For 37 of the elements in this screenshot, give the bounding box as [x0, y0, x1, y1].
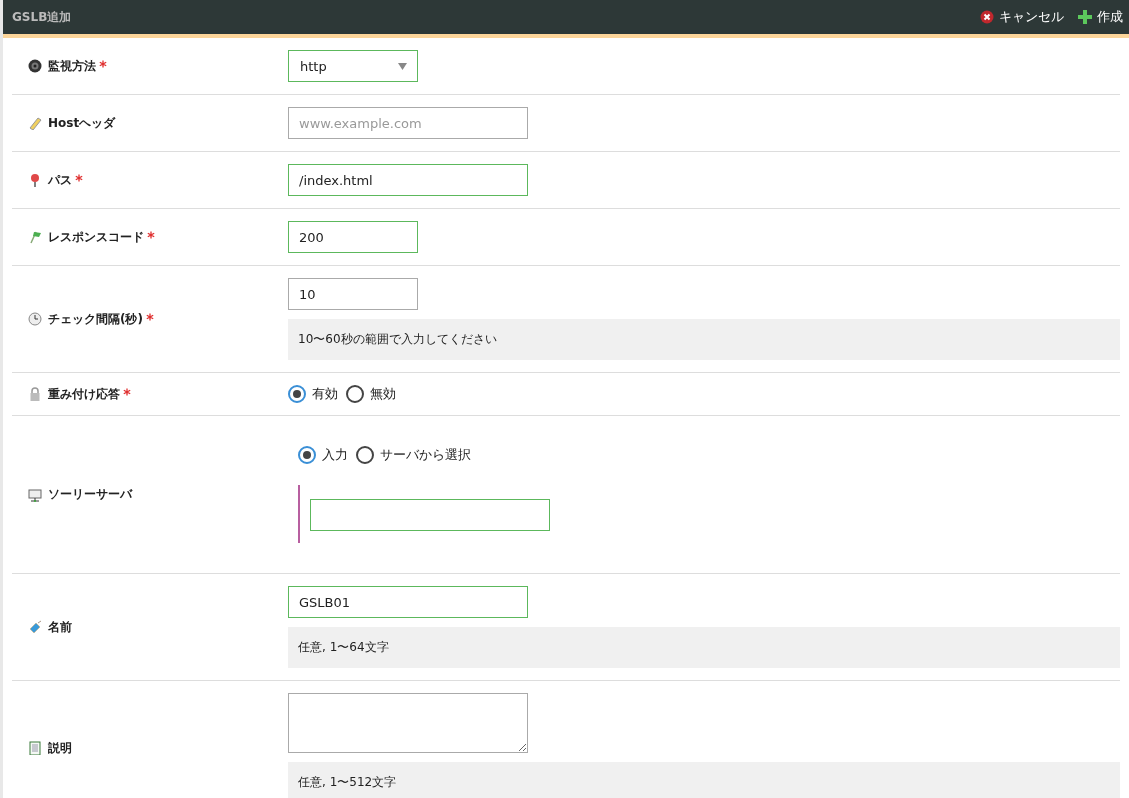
- flag-icon: [28, 230, 42, 244]
- radio-option[interactable]: サーバから選択: [356, 446, 471, 464]
- field-label: レスポンスコード: [48, 228, 144, 246]
- field-label: パス: [48, 171, 72, 189]
- field-label: 説明: [48, 739, 72, 757]
- monitor-icon: [28, 487, 42, 502]
- field-label: 監視方法: [48, 57, 96, 75]
- create-button[interactable]: 作成: [1078, 6, 1123, 28]
- input-field[interactable]: 200: [288, 221, 418, 253]
- hint-text: 任意, 1〜512文字: [288, 762, 1120, 798]
- pin-icon: [28, 173, 42, 187]
- padlock-icon: [28, 387, 42, 401]
- input-field[interactable]: 10: [288, 278, 418, 310]
- caret-icon: [398, 62, 407, 70]
- plus-icon: [1078, 10, 1092, 24]
- notepad-icon: [28, 741, 42, 755]
- input-field[interactable]: GSLB01: [288, 586, 528, 618]
- field-label: 重み付け応答: [48, 385, 120, 403]
- input-field[interactable]: [310, 499, 550, 531]
- cancel-button[interactable]: キャンセル: [980, 6, 1064, 28]
- clock-icon: [28, 312, 42, 326]
- radio-option[interactable]: 無効: [346, 385, 396, 403]
- field-label: Hostヘッダ: [48, 114, 116, 132]
- field-label: 名前: [48, 618, 72, 636]
- field-label: チェック間隔(秒): [48, 310, 143, 328]
- input-field[interactable]: www.example.com: [288, 107, 528, 139]
- close-icon: [980, 10, 994, 24]
- radio-option[interactable]: 有効: [288, 385, 338, 403]
- text-area[interactable]: [288, 693, 528, 753]
- dropdown[interactable]: http: [288, 50, 418, 82]
- field-label: ソーリーサーバ: [48, 486, 132, 503]
- input-field[interactable]: /index.html: [288, 164, 528, 196]
- radio-option[interactable]: 入力: [298, 446, 348, 464]
- lens-icon: [28, 59, 42, 73]
- hint-text: 10〜60秒の範囲で入力してください: [288, 319, 1120, 360]
- page-title: GSLB追加: [12, 8, 72, 26]
- hint-text: 任意, 1〜64文字: [288, 627, 1120, 668]
